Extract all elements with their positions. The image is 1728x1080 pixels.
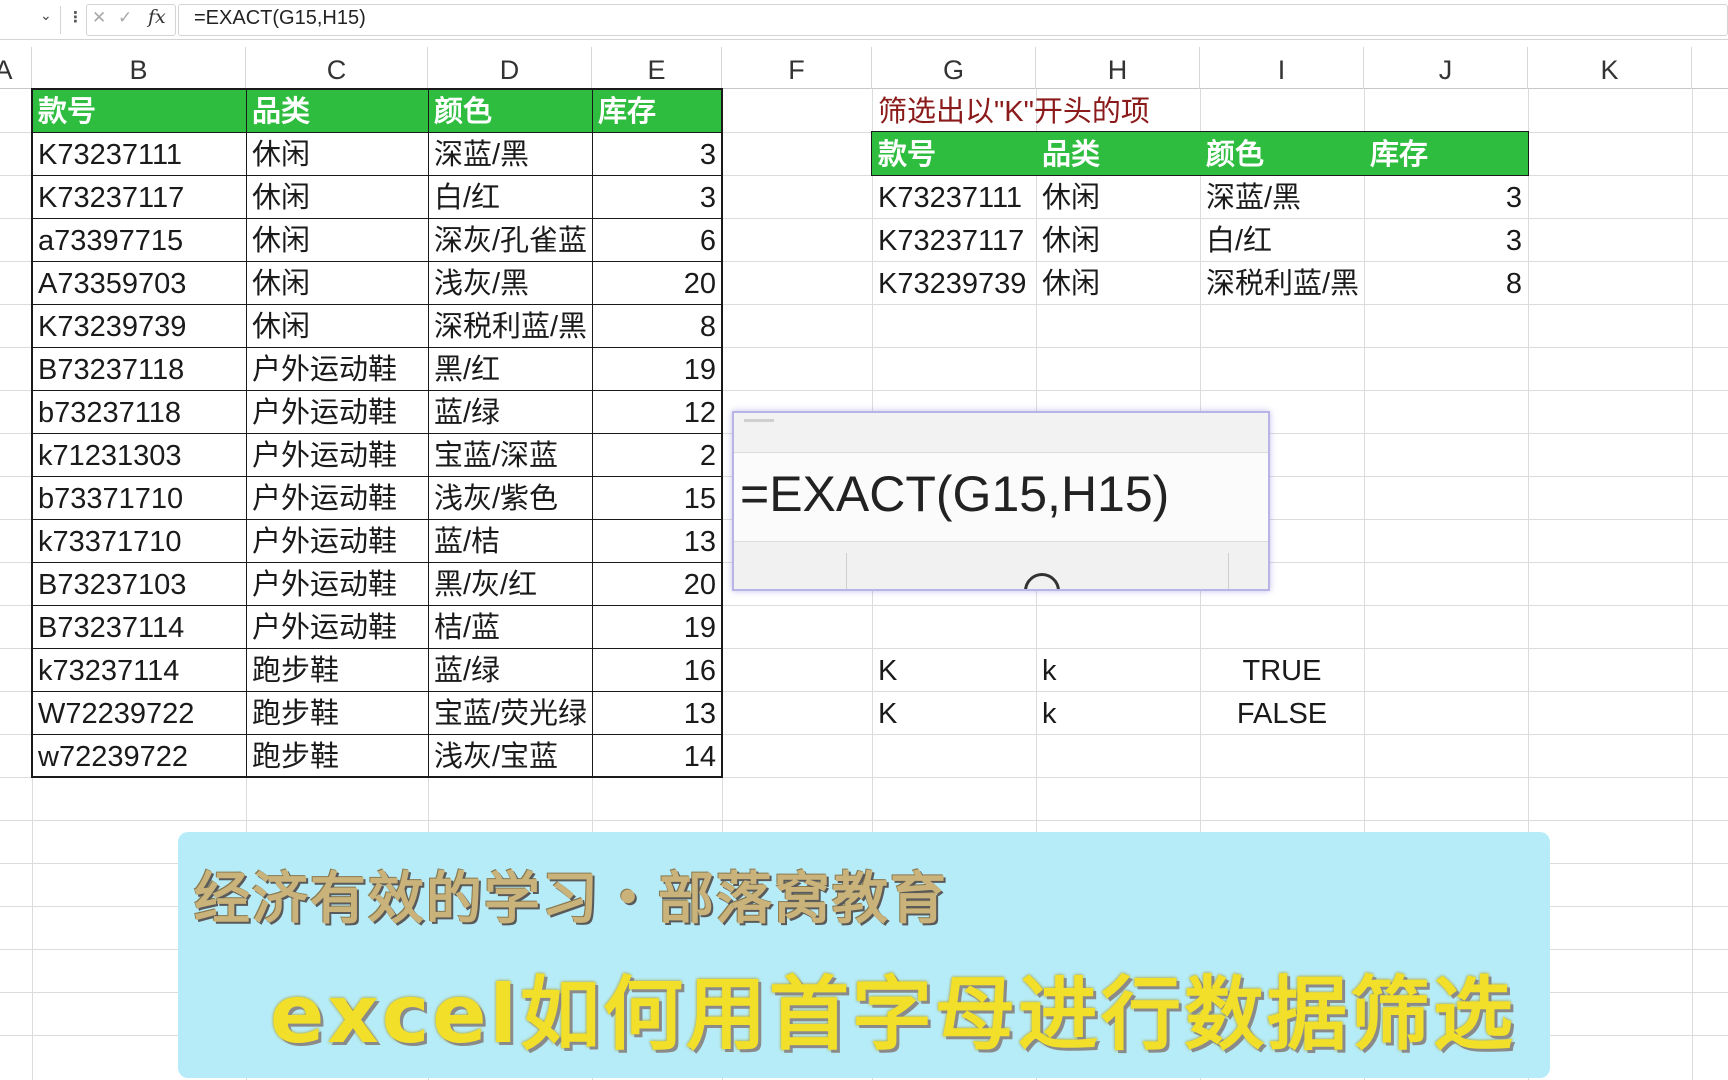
- filter-cell-code[interactable]: K73237117: [872, 218, 1036, 261]
- column-headers: A B C D E F G H I J K: [0, 47, 1728, 89]
- column-header-c[interactable]: C: [246, 47, 428, 89]
- exact-result[interactable]: TRUE: [1200, 648, 1364, 691]
- confirm-icon[interactable]: ✓: [118, 8, 132, 28]
- filter-cell-category[interactable]: 休闲: [1036, 175, 1200, 218]
- banner-subtitle: 经济有效的学习・部落窝教育: [194, 867, 948, 932]
- filter-header-border: [871, 131, 1529, 176]
- more-icon[interactable]: ⋮: [68, 8, 83, 26]
- formula-input[interactable]: [178, 4, 1728, 36]
- column-header-k[interactable]: K: [1528, 47, 1692, 89]
- title-banner: 经济有效的学习・部落窝教育 excel如何用首字母进行数据筛选: [178, 832, 1550, 1078]
- column-header-f[interactable]: F: [722, 47, 872, 89]
- filter-cell-code[interactable]: K73239739: [872, 261, 1036, 304]
- exact-cell-h[interactable]: k: [1036, 648, 1200, 691]
- name-box-dropdown-icon[interactable]: ⌄: [40, 8, 52, 24]
- filter-cell-color[interactable]: 深蓝/黑: [1200, 175, 1364, 218]
- column-header-g[interactable]: G: [872, 47, 1036, 89]
- filter-title[interactable]: 筛选出以"K"开头的项: [872, 89, 1292, 132]
- filter-cell-stock[interactable]: 3: [1364, 175, 1528, 218]
- filter-cell-code[interactable]: K73237111: [872, 175, 1036, 218]
- formula-zoom-popup: =EXACT(G15,H15): [732, 411, 1270, 591]
- filter-cell-stock[interactable]: 3: [1364, 218, 1528, 261]
- formula-bar: ⌄ ⋮ ✕ ✓ fx =EXACT(G15,H15): [0, 0, 1728, 40]
- cancel-icon[interactable]: ✕: [92, 8, 106, 28]
- column-header-a[interactable]: A: [0, 47, 32, 89]
- divider: [60, 6, 61, 34]
- zoom-footer: [734, 541, 1268, 589]
- insert-function-icon[interactable]: fx: [148, 6, 166, 28]
- exact-cell-g[interactable]: K: [872, 648, 1036, 691]
- column-header-e[interactable]: E: [592, 47, 722, 89]
- filter-cell-color[interactable]: 白/红: [1200, 218, 1364, 261]
- column-header-j[interactable]: J: [1364, 47, 1528, 89]
- column-header-h[interactable]: H: [1036, 47, 1200, 89]
- column-header-d[interactable]: D: [428, 47, 592, 89]
- exact-cell-h[interactable]: k: [1036, 691, 1200, 734]
- column-header-i[interactable]: I: [1200, 47, 1364, 89]
- filter-cell-stock[interactable]: 8: [1364, 261, 1528, 304]
- filter-cell-category[interactable]: 休闲: [1036, 218, 1200, 261]
- formula-text: =EXACT(G15,H15): [194, 7, 366, 29]
- filter-cell-category[interactable]: 休闲: [1036, 261, 1200, 304]
- banner-title: excel如何用首字母进行数据筛选: [270, 968, 1516, 1061]
- zoom-formula-text: =EXACT(G15,H15): [740, 466, 1170, 522]
- filter-cell-color[interactable]: 深税利蓝/黑: [1200, 261, 1364, 304]
- exact-result[interactable]: FALSE: [1200, 691, 1364, 734]
- exact-cell-g[interactable]: K: [872, 691, 1036, 734]
- column-header-b[interactable]: B: [32, 47, 246, 89]
- zoom-header: [734, 413, 1268, 453]
